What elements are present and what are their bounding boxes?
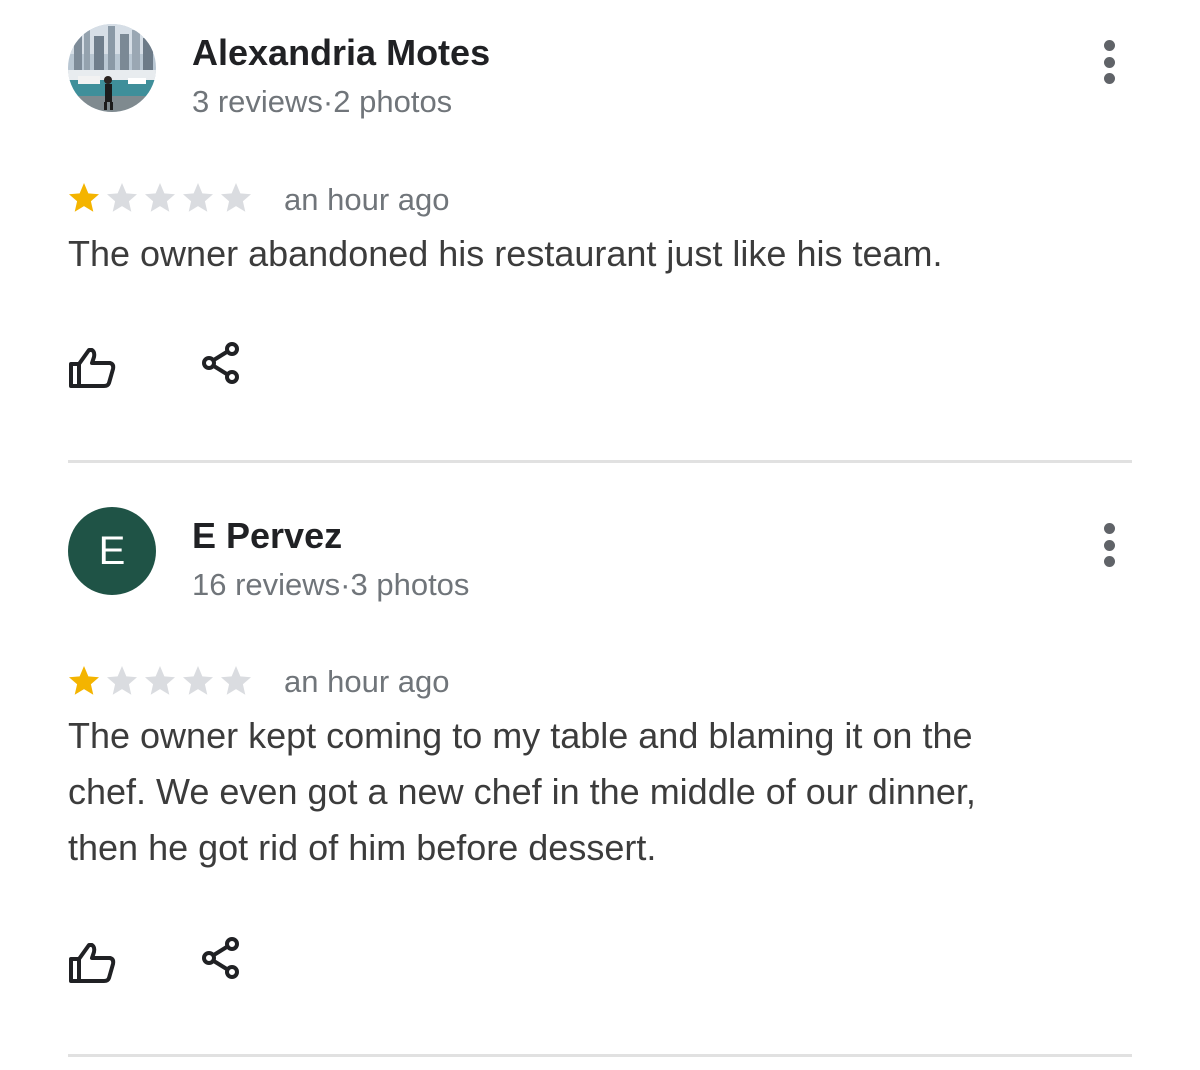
review-card: E E Pervez 16 reviews·3 photos an hour a… [0, 465, 1200, 1065]
like-button[interactable] [66, 937, 118, 989]
review-card: Alexandria Motes 3 reviews·2 photos an h… [0, 0, 1200, 465]
star-rating [66, 180, 254, 216]
star-icon [145, 183, 175, 212]
review-time: an hour ago [284, 182, 450, 217]
star-icon [145, 666, 175, 695]
more-options-button[interactable] [1094, 40, 1124, 84]
reviewer-stats: 3 reviews·2 photos [192, 84, 453, 119]
reviewer-name[interactable]: E Pervez [192, 515, 342, 557]
star-rating [66, 663, 254, 699]
divider [68, 460, 1132, 463]
star-icon [107, 183, 137, 212]
star-icon [69, 183, 99, 212]
star-icon [221, 183, 251, 212]
more-vert-icon [1103, 40, 1115, 51]
avatar[interactable]: E [68, 507, 156, 595]
review-time: an hour ago [284, 664, 450, 699]
star-icon [183, 666, 213, 695]
review-text: The owner kept coming to my table and bl… [68, 715, 976, 868]
thumb-up-icon [69, 943, 116, 983]
review-text: The owner abandoned his restaurant just … [68, 233, 943, 274]
like-button[interactable] [66, 342, 118, 394]
reviewer-stats: 16 reviews·3 photos [192, 567, 470, 602]
divider [68, 1054, 1132, 1057]
more-options-button[interactable] [1094, 523, 1124, 567]
avatar[interactable] [68, 24, 156, 112]
star-icon [69, 666, 99, 695]
star-icon [107, 666, 137, 695]
share-icon [202, 937, 239, 979]
share-button[interactable] [198, 935, 244, 981]
thumb-up-icon [69, 348, 116, 388]
share-icon [202, 342, 239, 384]
star-icon [221, 666, 251, 695]
avatar-letter: E [98, 528, 126, 573]
star-icon [183, 183, 213, 212]
more-vert-icon [1103, 523, 1115, 534]
reviewer-name[interactable]: Alexandria Motes [192, 32, 490, 74]
share-button[interactable] [198, 340, 244, 386]
